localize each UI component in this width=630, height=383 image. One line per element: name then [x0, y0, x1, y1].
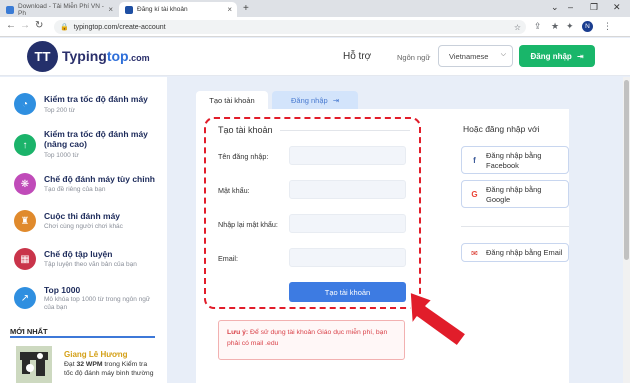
annotation-arrow-icon — [409, 291, 467, 347]
scrollbar-thumb[interactable] — [624, 80, 629, 260]
